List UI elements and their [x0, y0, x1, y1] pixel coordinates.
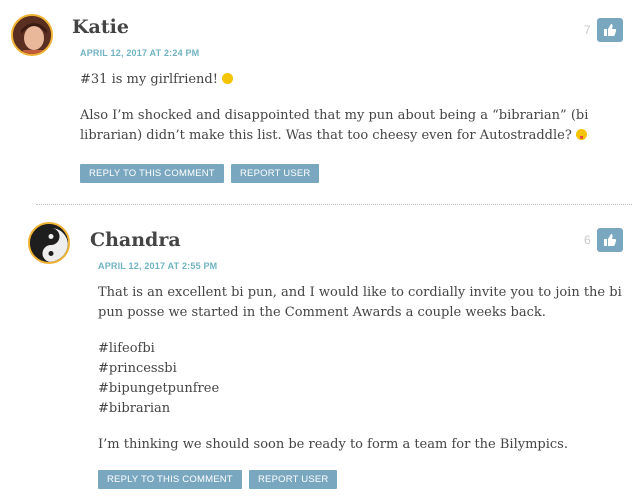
smile-emoji-icon [222, 73, 234, 84]
comment-divider [36, 204, 632, 205]
comment-author[interactable]: Katie [72, 16, 129, 38]
paragraph-text: Also I’m shocked and disappointed that m… [80, 108, 589, 143]
hashtag-line: #bipungetpunfree [98, 381, 220, 396]
report-user-button[interactable]: REPORT USER [231, 164, 320, 183]
hashtag-line: #bibrarian [98, 401, 171, 416]
avatar[interactable] [11, 14, 53, 56]
like-button[interactable] [596, 18, 623, 42]
comment-chandra: Chandra APRIL 12, 2017 AT 2:55 PM 6 That… [0, 210, 640, 502]
comment-paragraph: #31 is my girlfriend! [80, 70, 625, 90]
like-button[interactable] [596, 228, 623, 252]
comment-paragraph: That is an excellent bi pun, and I would… [98, 285, 622, 320]
vote-count: 6 [584, 233, 591, 247]
tongue-emoji-icon [575, 129, 587, 140]
comment-body: #31 is my girlfriend! Also I’m shocked a… [80, 70, 625, 146]
comment-paragraph: I’m thinking we should soon be ready to … [98, 437, 568, 452]
comment-katie: Katie APRIL 12, 2017 AT 2:24 PM 7 #31 is… [0, 0, 640, 200]
thumbs-up-icon [603, 234, 616, 246]
avatar[interactable] [28, 222, 70, 264]
reply-button[interactable]: REPLY TO THIS COMMENT [98, 470, 242, 489]
vote-widget: 7 [584, 18, 623, 42]
thumbs-up-icon [603, 24, 616, 36]
hashtag-line: #princessbi [98, 361, 177, 376]
hashtag-line: #lifeofbi [98, 341, 155, 356]
comment-author[interactable]: Chandra [90, 229, 181, 251]
comment-date[interactable]: APRIL 12, 2017 AT 2:55 PM [98, 261, 217, 271]
comment-date[interactable]: APRIL 12, 2017 AT 2:24 PM [80, 48, 199, 58]
reply-button[interactable]: REPLY TO THIS COMMENT [80, 164, 224, 183]
report-user-button[interactable]: REPORT USER [249, 470, 338, 489]
comment-paragraph: Also I’m shocked and disappointed that m… [80, 106, 625, 146]
comment-body: That is an excellent bi pun, and I would… [98, 283, 628, 455]
vote-count: 7 [584, 23, 591, 37]
vote-widget: 6 [584, 228, 623, 252]
paragraph-text: #31 is my girlfriend! [80, 72, 218, 87]
